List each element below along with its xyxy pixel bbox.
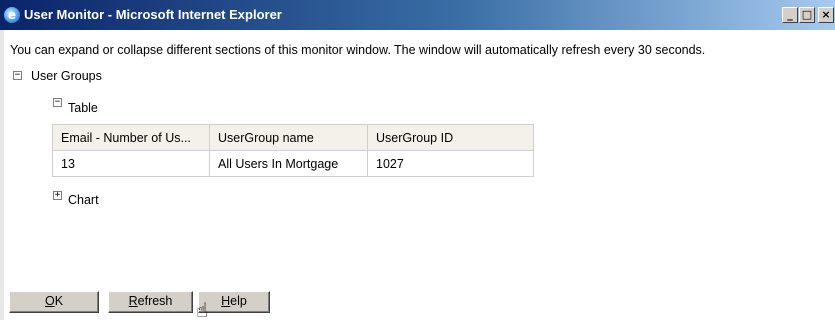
- column-header-usergroup-id[interactable]: UserGroup ID: [367, 124, 534, 151]
- help-label-rest: elp: [230, 294, 247, 308]
- ok-mnemonic: O: [44, 294, 55, 308]
- window-frame: [0, 30, 4, 320]
- window-title: User Monitor - Microsoft Internet Explor…: [24, 7, 282, 22]
- refresh-mnemonic: R: [128, 294, 138, 308]
- maximize-button[interactable]: □: [799, 7, 815, 23]
- ok-button[interactable]: OK: [9, 291, 99, 313]
- help-mnemonic: H: [221, 294, 231, 308]
- cell-usergroup-name: All Users In Mortgage: [209, 150, 368, 177]
- table-collapse-toggle[interactable]: −: [53, 98, 62, 107]
- ok-label-rest: K: [54, 294, 64, 308]
- table-row[interactable]: 13 All Users In Mortgage 1027: [52, 150, 534, 177]
- column-header-email-count[interactable]: Email - Number of Us...: [52, 124, 210, 151]
- user-groups-collapse-toggle[interactable]: −: [13, 71, 22, 80]
- hand-pointer-icon: ☝: [196, 298, 209, 322]
- title-bar[interactable]: e User Monitor - Microsoft Internet Expl…: [0, 0, 835, 30]
- refresh-label-rest: efresh: [137, 294, 173, 308]
- help-button[interactable]: Help: [198, 291, 270, 313]
- table-section-label: Table: [68, 101, 98, 115]
- refresh-button[interactable]: Refresh: [108, 291, 193, 313]
- minimize-button[interactable]: _: [782, 7, 798, 23]
- internet-explorer-icon[interactable]: e: [4, 7, 20, 23]
- intro-text: You can expand or collapse different sec…: [10, 43, 706, 57]
- chart-section-label: Chart: [68, 193, 99, 207]
- user-group-table: Email - Number of Us... UserGroup name U…: [52, 124, 534, 177]
- close-button[interactable]: ×: [818, 7, 834, 23]
- user-groups-section-label: User Groups: [31, 69, 102, 83]
- cell-usergroup-id: 1027: [367, 150, 534, 177]
- cell-email-count: 13: [52, 150, 210, 177]
- table-header-row: Email - Number of Us... UserGroup name U…: [52, 124, 534, 151]
- column-header-usergroup-name[interactable]: UserGroup name: [209, 124, 368, 151]
- chart-expand-toggle[interactable]: +: [53, 191, 62, 200]
